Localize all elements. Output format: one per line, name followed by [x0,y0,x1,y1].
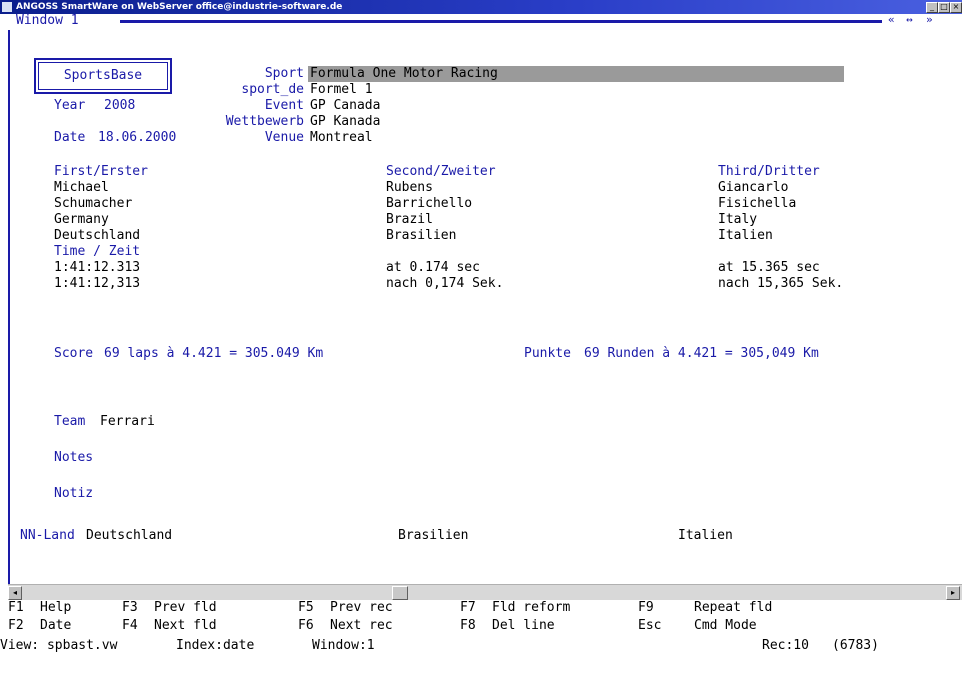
fkey-f8-label: Del line [492,618,555,633]
third-header: Third/Dritter [718,164,820,179]
fkey-f6[interactable]: F6 [298,618,314,634]
scroll-left-arrow-icon[interactable]: ◂ [8,586,22,600]
window-title: ANGOSS SmartWare on WebServer office@ind… [16,2,343,12]
second-last-name[interactable]: Barrichello [386,196,472,212]
date-label: Date [54,130,86,145]
fkey-f6-label: Next rec [330,618,393,633]
event-value[interactable]: GP Canada [310,98,380,114]
first-header: First/Erster [54,164,148,179]
second-time-de[interactable]: nach 0,174 Sek. [386,276,503,292]
third-country[interactable]: Italy [718,212,757,228]
nnland-third[interactable]: Italien [678,528,733,544]
fkey-f5[interactable]: F5 [298,600,314,616]
wettbewerb-label: Wettbewerb [225,114,304,129]
score-label: Score [54,346,94,361]
fkey-f3-label: Prev fld [154,600,217,615]
fkey-f9-label: Repeat fld [694,600,773,615]
fkey-f3[interactable]: F3 [122,600,138,616]
sport-value[interactable]: Formula One Motor Racing [310,66,498,82]
scrollbar-thumb[interactable] [392,586,408,600]
third-first-name[interactable]: Giancarlo [718,180,788,196]
first-last-name[interactable]: Schumacher [54,196,132,212]
sport-de-value[interactable]: Formel 1 [310,82,373,98]
scroll-left-icon[interactable]: « [888,13,895,26]
fkey-f9[interactable]: F9 [638,600,654,616]
time-value[interactable]: 1:41:12.313 [54,260,140,276]
sport-label: Sport [264,66,304,81]
inner-window-title: Window 1 [16,13,79,28]
fkey-f1-label: Help [40,600,72,615]
fkey-f2[interactable]: F2 [8,618,24,634]
inner-window-bar: Window 1 « ↔ » [0,13,962,28]
wettbewerb-value[interactable]: GP Kanada [310,114,380,130]
punkte-value[interactable]: 69 Runden à 4.421 = 305,049 Km [584,346,819,362]
resize-icon[interactable]: ↔ [906,13,913,26]
second-time[interactable]: at 0.174 sec [386,260,480,276]
close-button[interactable]: × [950,2,962,13]
status-rec: Rec:10 [762,638,809,653]
year-label: Year [54,98,86,113]
second-first-name[interactable]: Rubens [386,180,433,196]
team-label: Team [54,414,86,429]
first-country[interactable]: Germany [54,212,109,228]
punkte-label: Punkte [524,346,571,361]
fkey-f7-label: Fld reform [492,600,571,615]
second-country[interactable]: Brazil [386,212,433,228]
sportsbase-label: SportsBase [63,68,143,83]
team-value[interactable]: Ferrari [100,414,155,430]
status-index: Index:date [176,638,255,653]
fkey-f1[interactable]: F1 [8,600,24,616]
horizontal-scrollbar[interactable]: ◂ ▸ [8,584,962,600]
status-window: Window:1 [312,638,375,653]
third-time[interactable]: at 15.365 sec [718,260,820,276]
date-value[interactable]: 18.06.2000 [98,130,176,146]
venue-label: Venue [264,130,304,145]
minimize-button[interactable]: _ [926,2,938,13]
time-value-de[interactable]: 1:41:12,313 [54,276,140,292]
first-country-de[interactable]: Deutschland [54,228,140,244]
nnland-first[interactable]: Deutschland [86,528,172,544]
fkey-f4[interactable]: F4 [122,618,138,634]
second-header: Second/Zweiter [386,164,496,179]
status-total: (6783) [832,638,879,653]
year-value[interactable]: 2008 [104,98,135,114]
scroll-right-arrow-icon[interactable]: ▸ [946,586,960,600]
time-label: Time / Zeit [54,244,141,259]
event-label: Event [264,98,304,113]
nnland-second[interactable]: Brasilien [398,528,468,544]
maximize-button[interactable]: □ [938,2,950,13]
fkey-esc-label: Cmd Mode [694,618,757,633]
status-view: View: spbast.vw [0,638,118,653]
window-left-border [8,30,10,590]
notes-label: Notes [54,450,94,465]
fkey-f2-label: Date [40,618,72,633]
first-first-name[interactable]: Michael [54,180,109,196]
function-key-bar: F1 Help F3 Prev fld F5 Prev rec F7 Fld r… [0,600,962,673]
fkey-f7[interactable]: F7 [460,600,476,616]
second-country-de[interactable]: Brasilien [386,228,456,244]
sport-de-label: sport_de [241,82,304,97]
scroll-right-icon[interactable]: » [926,13,933,26]
window-title-bar: ANGOSS SmartWare on WebServer office@ind… [0,0,962,14]
sportsbase-button[interactable]: SportsBase [34,58,172,94]
fkey-f4-label: Next fld [154,618,217,633]
score-value[interactable]: 69 laps à 4.421 = 305.049 Km [104,346,323,362]
fkey-f8[interactable]: F8 [460,618,476,634]
third-country-de[interactable]: Italien [718,228,773,244]
title-rule [120,20,882,23]
third-time-de[interactable]: nach 15,365 Sek. [718,276,843,292]
notiz-label: Notiz [54,486,94,501]
app-icon [2,2,12,12]
nnland-label: NN-Land [20,528,75,543]
fkey-f5-label: Prev rec [330,600,393,615]
venue-value[interactable]: Montreal [310,130,373,146]
third-last-name[interactable]: Fisichella [718,196,796,212]
fkey-esc[interactable]: Esc [638,618,661,634]
